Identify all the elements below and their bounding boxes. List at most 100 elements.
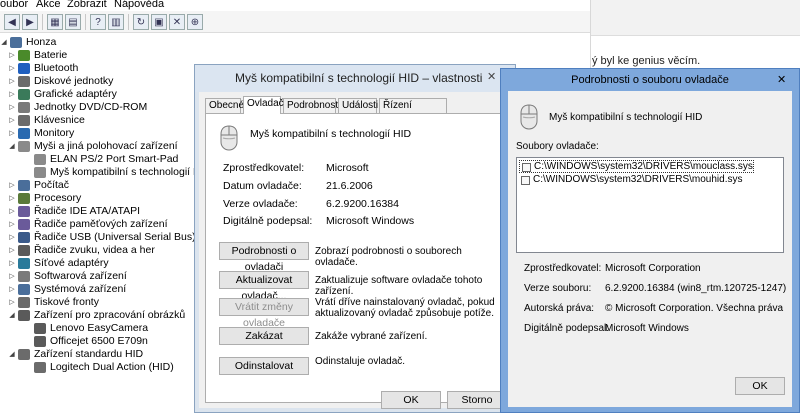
update-driver-icon[interactable]: ↻ <box>133 14 149 30</box>
expanded-arrow-icon[interactable]: ◢ <box>7 140 17 153</box>
tree-node-label: Síťové adaptéry <box>34 257 109 269</box>
file-icon <box>522 163 531 172</box>
collapsed-arrow-icon[interactable]: ▷ <box>7 49 17 62</box>
ide-controller-icon <box>18 206 30 217</box>
tab-4[interactable]: Řízení spotřeby <box>379 98 447 125</box>
field-value: 21.6.2006 <box>326 180 373 192</box>
toolbar-separator <box>128 14 129 30</box>
background-window-toolbar <box>591 0 800 36</box>
console-tree-icon[interactable]: ▦ <box>47 14 63 30</box>
usb-icon <box>18 232 30 243</box>
driver-files-list[interactable]: C:\WINDOWS\system32\DRIVERS\mouclass.sys… <box>516 157 784 253</box>
collapsed-arrow-icon[interactable]: ▷ <box>7 88 17 101</box>
tree-node-label: Řadiče IDE ATA/ATAPI <box>34 205 141 217</box>
field-value: © Microsoft Corporation. Všechna práva <box>605 303 784 314</box>
menu-view[interactable]: Zobrazit <box>67 0 107 10</box>
collapsed-arrow-icon[interactable]: ▷ <box>7 101 17 114</box>
collapsed-arrow-icon[interactable]: ▷ <box>7 179 17 192</box>
details-ok-button[interactable]: OK <box>735 377 785 395</box>
tree-node-label: Officejet 6500 E709n <box>50 335 148 347</box>
tree-node-label: Jednotky DVD/CD-ROM <box>34 101 148 113</box>
properties-title: Myš kompatibilní s technologií HID – vla… <box>235 71 483 85</box>
expanded-arrow-icon[interactable]: ◢ <box>7 348 17 361</box>
view-icon[interactable]: ▥ <box>108 14 124 30</box>
collapsed-arrow-icon[interactable]: ▷ <box>7 244 17 257</box>
details-title: Podrobnosti o souboru ovladače <box>571 74 729 86</box>
file-icon <box>521 176 530 185</box>
rollback-driver-desc: Vrátí dříve nainstalovaný ovladač, pokud <box>315 297 495 308</box>
collapsed-arrow-icon[interactable]: ▷ <box>7 231 17 244</box>
toolbar: ◀ ▶ ▦ ▤ ? ▥ ↻ ▣ ✕ ⊕ <box>0 11 590 33</box>
cancel-button[interactable]: Storno <box>447 391 507 409</box>
tab-3[interactable]: Události <box>338 98 378 113</box>
details-body: Myš kompatibilní s technologií HID Soubo… <box>508 91 792 407</box>
menu-help[interactable]: Nápověda <box>114 0 164 10</box>
tree-node-label: Systémová zařízení <box>34 283 127 295</box>
collapsed-arrow-icon[interactable]: ▷ <box>7 296 17 309</box>
tree-node-label: Logitech Dual Action (HID) <box>50 361 174 373</box>
list-item[interactable]: C:\WINDOWS\system32\DRIVERS\mouclass.sys <box>519 160 754 173</box>
tree-node-label: ELAN PS/2 Port Smart-Pad <box>50 153 179 165</box>
uninstall-button[interactable]: Odinstalovat <box>219 357 309 375</box>
software-device-icon <box>18 271 30 282</box>
collapsed-arrow-icon[interactable]: ▷ <box>7 257 17 270</box>
tree-node-label: Procesory <box>34 192 82 204</box>
collapsed-arrow-icon[interactable]: ▷ <box>7 127 17 140</box>
tab-1[interactable]: Ovladač <box>243 96 284 114</box>
tree-node-label: Počítač <box>34 179 70 191</box>
collapsed-arrow-icon[interactable]: ▷ <box>7 218 17 231</box>
sound-icon <box>18 245 30 256</box>
close-icon[interactable]: ✕ <box>487 70 496 83</box>
field-label: Verze ovladače: <box>223 198 298 210</box>
collapsed-arrow-icon[interactable]: ▷ <box>7 283 17 296</box>
disable-device-icon[interactable]: ▣ <box>151 14 167 30</box>
menu-file[interactable]: oubor <box>0 0 28 10</box>
uninstall-icon[interactable]: ✕ <box>169 14 185 30</box>
field-label: Verze souboru: <box>524 283 592 294</box>
device-properties-dialog: Myš kompatibilní s technologií HID – vla… <box>194 64 516 413</box>
expanded-arrow-icon[interactable]: ◢ <box>0 36 9 49</box>
field-value: 6.2.9200.16384 <box>326 198 399 210</box>
tree-node-label: Tiskové fronty <box>34 296 99 308</box>
forward-icon[interactable]: ▶ <box>22 14 38 30</box>
details-titlebar[interactable]: Podrobnosti o souboru ovladače ✕ <box>501 69 799 91</box>
scan-hardware-icon[interactable]: ⊕ <box>187 14 203 30</box>
close-icon[interactable]: ✕ <box>777 73 786 86</box>
field-value: Microsoft <box>326 162 369 174</box>
field-label: Zprostředkovatel: <box>524 263 602 274</box>
menu-action[interactable]: Akce <box>36 0 60 10</box>
properties-icon[interactable]: ▤ <box>65 14 81 30</box>
system-device-icon <box>18 284 30 295</box>
tree-node-label: Diskové jednotky <box>34 75 114 87</box>
driver-file-details-dialog: Podrobnosti o souboru ovladače ✕ Myš kom… <box>500 68 800 413</box>
tab-2[interactable]: Podrobnosti <box>283 98 340 113</box>
rollback-driver-button[interactable]: Vrátit změny ovladače <box>219 298 309 329</box>
disk-icon <box>18 76 30 87</box>
mouse-icon <box>34 154 46 165</box>
collapsed-arrow-icon[interactable]: ▷ <box>7 205 17 218</box>
collapsed-arrow-icon[interactable]: ▷ <box>7 75 17 88</box>
tree-node-label: Řadiče USB (Universal Serial Bus) <box>34 231 196 243</box>
tree-node-label: Grafické adaptéry <box>34 88 117 100</box>
back-icon[interactable]: ◀ <box>4 14 20 30</box>
collapsed-arrow-icon[interactable]: ▷ <box>7 270 17 283</box>
rollback-driver-desc: aktualizovaný ovladač způsobuje potíže. <box>315 308 495 319</box>
collapsed-arrow-icon[interactable]: ▷ <box>7 62 17 75</box>
list-item[interactable]: C:\WINDOWS\system32\DRIVERS\mouhid.sys <box>519 174 742 187</box>
bluetooth-icon <box>18 63 30 74</box>
properties-titlebar[interactable]: Myš kompatibilní s technologií HID – vla… <box>195 65 515 92</box>
collapsed-arrow-icon[interactable]: ▷ <box>7 192 17 205</box>
update-driver-button[interactable]: Aktualizovat ovladač... <box>219 271 309 302</box>
tab-0[interactable]: Obecné <box>205 98 244 113</box>
collapsed-arrow-icon[interactable]: ▷ <box>7 114 17 127</box>
driver-tab-panel: Myš kompatibilní s technologií HID Zpros… <box>205 113 507 403</box>
expanded-arrow-icon[interactable]: ◢ <box>7 309 17 322</box>
help-icon[interactable]: ? <box>90 14 106 30</box>
disable-desc: Zakáže vybrané zařízení. <box>315 331 428 342</box>
disable-button[interactable]: Zakázat <box>219 327 309 345</box>
driver-details-button[interactable]: Podrobnosti o ovladači <box>219 242 309 273</box>
field-value: Microsoft Corporation <box>605 263 701 274</box>
ok-button[interactable]: OK <box>381 391 441 409</box>
field-label: Digitálně podepsal: <box>223 215 313 227</box>
computer-icon <box>18 180 30 191</box>
